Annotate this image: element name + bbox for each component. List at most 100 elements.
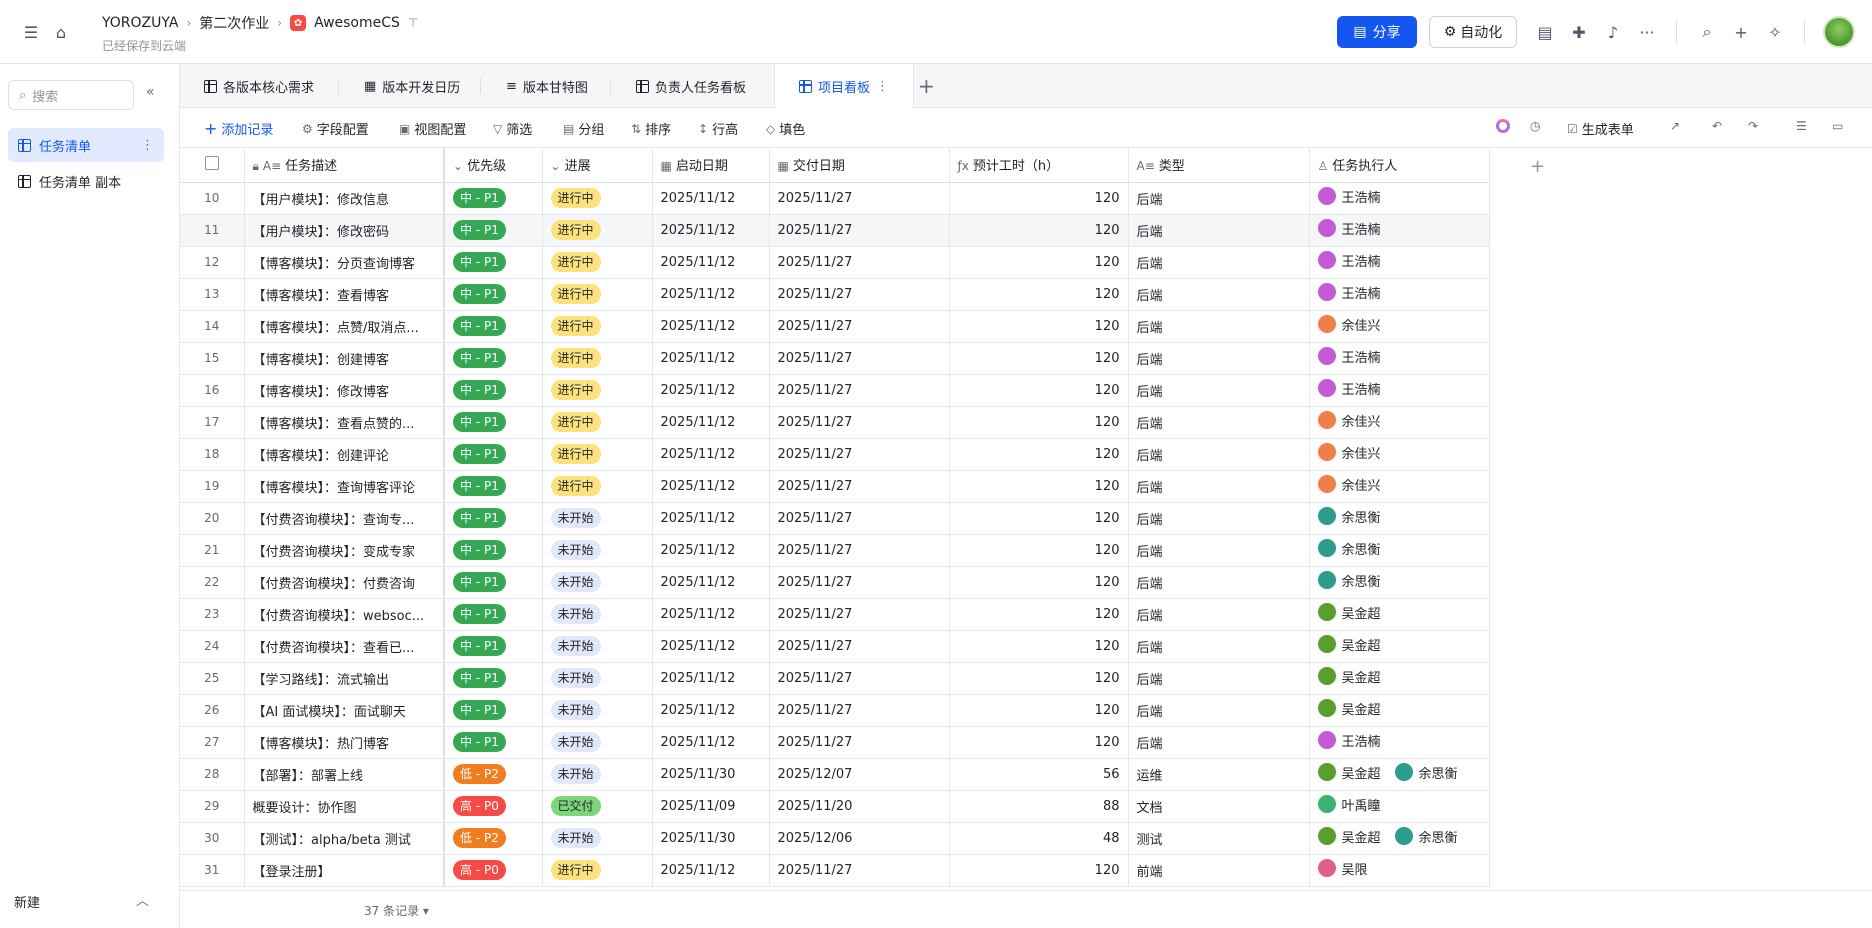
type-cell[interactable]: 文档: [1128, 790, 1310, 823]
column-header-hours[interactable]: ƒx 预计工时（h）: [949, 148, 1129, 183]
assignee-cell[interactable]: 余思衡: [1309, 502, 1490, 535]
priority-cell[interactable]: 中 - P1: [444, 598, 543, 631]
hours-cell[interactable]: 120: [949, 470, 1129, 503]
share-button[interactable]: ▤ 分享: [1337, 16, 1417, 48]
type-cell[interactable]: 运维: [1128, 758, 1310, 791]
comment-icon[interactable]: ▭: [1832, 119, 1843, 133]
priority-cell[interactable]: 中 - P1: [444, 726, 543, 759]
task-cell[interactable]: 【博客模块】：创建博客: [244, 342, 445, 375]
start-date-cell[interactable]: 2025/11/30: [652, 758, 770, 791]
column-header-priority[interactable]: ⌄ 优先级: [444, 148, 543, 183]
assignee-cell[interactable]: 王浩楠: [1309, 374, 1490, 407]
assignee-chip[interactable]: 吴金超: [1317, 763, 1381, 782]
table-row[interactable]: 13 【博客模块】：查看博客中 - P1 进行中 2025/11/12 2025/11/…: [180, 278, 1490, 311]
assignee-chip[interactable]: 王浩楠: [1317, 379, 1381, 398]
type-cell[interactable]: 前端: [1128, 854, 1310, 887]
assignee-chip[interactable]: 吴金超: [1317, 667, 1381, 686]
table-row[interactable]: 25 【学习路线】：流式输出中 - P1 未开始 2025/11/12 2025/11/…: [180, 662, 1490, 695]
assignee-cell[interactable]: 吴金超: [1309, 662, 1490, 695]
due-date-cell[interactable]: 2025/11/27: [769, 502, 950, 535]
priority-cell[interactable]: 中 - P1: [444, 534, 543, 567]
more-vertical-icon[interactable]: ⋮: [876, 79, 889, 94]
collapse-sidebar-icon[interactable]: «: [146, 84, 155, 100]
add-column-icon[interactable]: +: [1530, 156, 1545, 177]
status-cell[interactable]: 未开始: [542, 630, 653, 663]
task-cell[interactable]: 概要设计：协作图: [244, 790, 445, 823]
priority-cell[interactable]: 中 - P1: [444, 342, 543, 375]
assignee-chip[interactable]: 余佳兴: [1317, 443, 1381, 462]
status-cell[interactable]: 未开始: [542, 726, 653, 759]
type-cell[interactable]: 后端: [1128, 566, 1310, 599]
fill-color-button[interactable]: ◇ 填色: [766, 119, 805, 139]
task-cell[interactable]: 【付费咨询模块】：付费咨询: [244, 566, 445, 599]
due-date-cell[interactable]: 2025/11/27: [769, 470, 950, 503]
assignee-chip[interactable]: 余思衡: [1317, 539, 1381, 558]
type-cell[interactable]: 后端: [1128, 630, 1310, 663]
assignee-chip[interactable]: 王浩楠: [1317, 219, 1381, 238]
assignee-chip[interactable]: 吴限: [1317, 859, 1368, 878]
assignee-chip[interactable]: 叶禹瞳: [1317, 795, 1381, 814]
task-cell[interactable]: 【博客模块】：热门博客: [244, 726, 445, 759]
assignee-cell[interactable]: 吴金超: [1309, 694, 1490, 727]
start-date-cell[interactable]: 2025/11/12: [652, 854, 770, 887]
priority-cell[interactable]: 中 - P1: [444, 662, 543, 695]
due-date-cell[interactable]: 2025/11/27: [769, 438, 950, 471]
type-cell[interactable]: 后端: [1128, 438, 1310, 471]
due-date-cell[interactable]: 2025/11/27: [769, 278, 950, 311]
assignee-cell[interactable]: 吴金超 余思衡: [1309, 822, 1490, 855]
assignee-chip[interactable]: 王浩楠: [1317, 347, 1381, 366]
type-cell[interactable]: 后端: [1128, 342, 1310, 375]
task-cell[interactable]: 【部署】：部署上线: [244, 758, 445, 791]
priority-cell[interactable]: 中 - P1: [444, 630, 543, 663]
due-date-cell[interactable]: 2025/11/27: [769, 534, 950, 567]
due-date-cell[interactable]: 2025/11/27: [769, 310, 950, 343]
table-row[interactable]: 19 【博客模块】：查询博客评论中 - P1 进行中 2025/11/12 2025/1…: [180, 470, 1490, 503]
due-date-cell[interactable]: 2025/11/27: [769, 854, 950, 887]
hours-cell[interactable]: 120: [949, 374, 1129, 407]
start-date-cell[interactable]: 2025/11/12: [652, 342, 770, 375]
assignee-cell[interactable]: 王浩楠: [1309, 182, 1490, 215]
start-date-cell[interactable]: 2025/11/12: [652, 726, 770, 759]
due-date-cell[interactable]: 2025/11/27: [769, 630, 950, 663]
view-config-button[interactable]: ▣ 视图配置: [399, 119, 466, 139]
status-cell[interactable]: 进行中: [542, 470, 653, 503]
start-date-cell[interactable]: 2025/11/12: [652, 246, 770, 279]
task-cell[interactable]: 【博客模块】：创建评论: [244, 438, 445, 471]
tab-owner-board[interactable]: 负责人任务看板: [612, 64, 770, 108]
priority-cell[interactable]: 中 - P1: [444, 470, 543, 503]
status-cell[interactable]: 未开始: [542, 662, 653, 695]
start-date-cell[interactable]: 2025/11/12: [652, 598, 770, 631]
table-row[interactable]: 11 【用户模块】：修改密码中 - P1 进行中 2025/11/12 2025/11/…: [180, 214, 1490, 247]
hours-cell[interactable]: 120: [949, 726, 1129, 759]
hours-cell[interactable]: 120: [949, 854, 1129, 887]
type-cell[interactable]: 后端: [1128, 662, 1310, 695]
assignee-cell[interactable]: 叶禹瞳: [1309, 790, 1490, 823]
task-cell[interactable]: 【用户模块】：修改密码: [244, 214, 445, 247]
new-button[interactable]: 新建: [14, 892, 40, 911]
filter-button[interactable]: ▽ 筛选: [493, 119, 532, 139]
assignee-cell[interactable]: 余思衡: [1309, 534, 1490, 567]
due-date-cell[interactable]: 2025/11/27: [769, 374, 950, 407]
assignee-chip[interactable]: 余佳兴: [1317, 475, 1381, 494]
priority-cell[interactable]: 中 - P1: [444, 214, 543, 247]
task-cell[interactable]: 【付费咨询模块】：查询专...: [244, 502, 445, 535]
sidebar-item-task-list[interactable]: 任务清单 ⋮: [8, 128, 164, 162]
start-date-cell[interactable]: 2025/11/12: [652, 566, 770, 599]
type-cell[interactable]: 后端: [1128, 726, 1310, 759]
assignee-chip[interactable]: 吴金超: [1317, 827, 1381, 846]
start-date-cell[interactable]: 2025/11/12: [652, 310, 770, 343]
status-cell[interactable]: 进行中: [542, 278, 653, 311]
priority-cell[interactable]: 中 - P1: [444, 310, 543, 343]
select-all-checkbox[interactable]: [180, 148, 245, 183]
start-date-cell[interactable]: 2025/11/12: [652, 406, 770, 439]
due-date-cell[interactable]: 2025/11/27: [769, 726, 950, 759]
start-date-cell[interactable]: 2025/11/12: [652, 630, 770, 663]
breadcrumb-doc[interactable]: AwesomeCS: [314, 15, 400, 31]
task-cell[interactable]: 【博客模块】：查看点赞的...: [244, 406, 445, 439]
priority-cell[interactable]: 中 - P1: [444, 502, 543, 535]
status-cell[interactable]: 未开始: [542, 534, 653, 567]
assignee-cell[interactable]: 余佳兴: [1309, 438, 1490, 471]
assignee-chip[interactable]: 余佳兴: [1317, 411, 1381, 430]
task-cell[interactable]: 【博客模块】：修改博客: [244, 374, 445, 407]
type-cell[interactable]: 后端: [1128, 694, 1310, 727]
